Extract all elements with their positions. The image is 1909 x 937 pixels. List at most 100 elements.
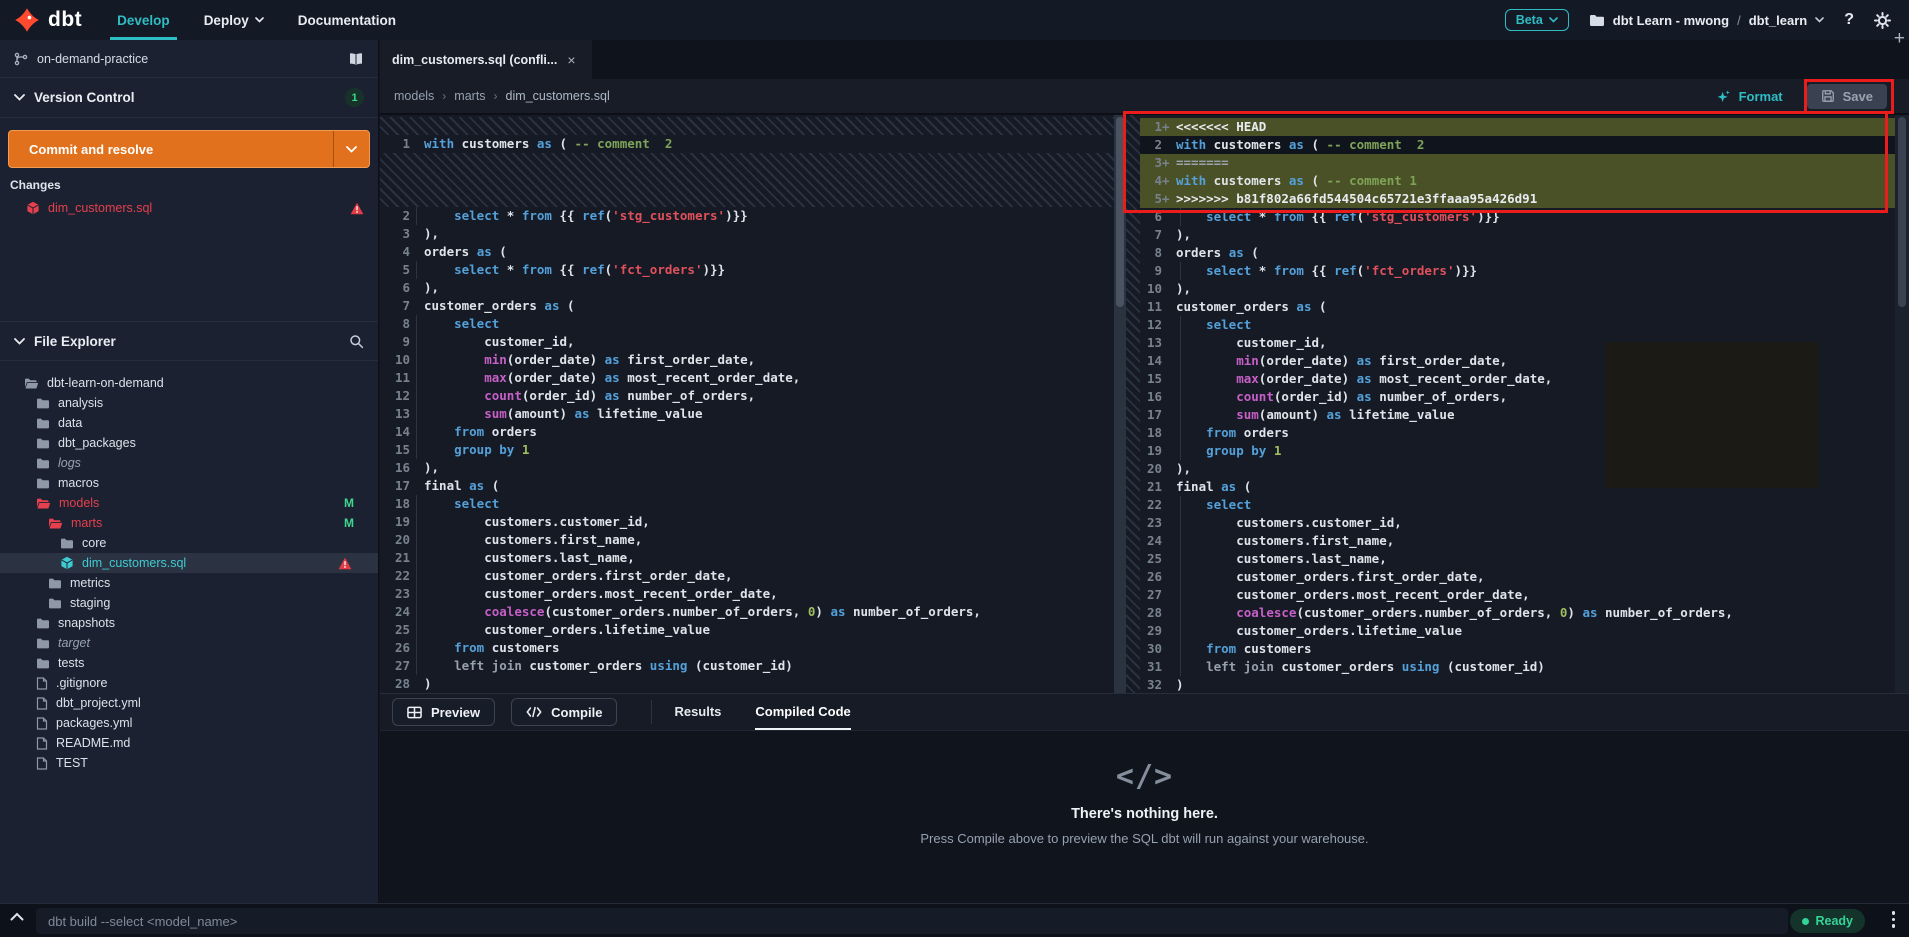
tree-item-logs[interactable]: logs: [0, 453, 378, 473]
code-text: customer_id,: [410, 333, 575, 351]
nav-item-documentation[interactable]: Documentation: [281, 0, 413, 40]
tree-item-label: README.md: [56, 736, 130, 750]
dbt-cloud-ide: dbt Develop DeployDocumentation Beta dbt …: [0, 0, 1909, 937]
chevron-down-icon: [1549, 17, 1558, 23]
chevron-down-icon: [1815, 17, 1824, 23]
results-tab-compiled-code[interactable]: Compiled Code: [755, 694, 850, 730]
docs-book-icon[interactable]: [348, 52, 364, 66]
tree-item-label: core: [82, 536, 106, 550]
compile-button[interactable]: Compile: [511, 698, 617, 726]
tree-item-core[interactable]: core: [0, 533, 378, 553]
tree-item-target[interactable]: target: [0, 633, 378, 653]
line-number: 28: [380, 675, 410, 693]
ready-status-badge[interactable]: Ready: [1790, 909, 1865, 933]
code-line: 28): [380, 675, 1114, 693]
code-text: ),: [410, 225, 439, 243]
code-text: select: [1174, 316, 1251, 334]
tree-item-metrics[interactable]: metrics: [0, 573, 378, 593]
results-tab-results[interactable]: Results: [674, 694, 721, 730]
tree-item-dbt_packages[interactable]: dbt_packages: [0, 433, 378, 453]
tree-item-packages.yml[interactable]: packages.yml: [0, 713, 378, 733]
commit-and-resolve-button[interactable]: Commit and resolve: [8, 130, 370, 168]
tree-item-data[interactable]: data: [0, 413, 378, 433]
beta-dropdown[interactable]: Beta: [1505, 9, 1569, 31]
scrollbar-thumb[interactable]: [1116, 117, 1124, 307]
tree-item-models[interactable]: modelsM: [0, 493, 378, 513]
code-text: min(order_date) as first_order_date,: [410, 351, 755, 369]
tree-item-snapshots[interactable]: snapshots: [0, 613, 378, 633]
nav-item-label: Develop: [117, 13, 170, 28]
line-number: 6: [380, 279, 410, 297]
nav-item-develop[interactable]: Develop: [100, 0, 187, 40]
code-text: >>>>>>> b81f802a66fd544504c65721e3ffaaa9…: [1174, 190, 1537, 208]
code-text: max(order_date) as most_recent_order_dat…: [1174, 370, 1552, 388]
file-explorer-header[interactable]: File Explorer: [0, 321, 378, 361]
folder-icon: [48, 577, 62, 590]
diff-added-marker: [1162, 442, 1174, 460]
format-button[interactable]: Format: [1716, 89, 1783, 104]
dbt-logo-icon: [14, 7, 40, 33]
help-icon[interactable]: ?: [1844, 11, 1854, 29]
tree-item-TEST[interactable]: TEST: [0, 753, 378, 773]
tree-item-dbt_project.yml[interactable]: dbt_project.yml: [0, 693, 378, 713]
diff-added-marker: [1162, 406, 1174, 424]
code-text: customers.last_name,: [1174, 550, 1387, 568]
code-line: 10 min(order_date) as first_order_date,: [380, 351, 1114, 369]
tree-item-label: data: [58, 416, 82, 430]
account-switcher[interactable]: dbt Learn - mwong / dbt_learn: [1589, 13, 1824, 28]
project-name: dbt_learn: [1749, 13, 1808, 28]
tree-item-README.md[interactable]: README.md: [0, 733, 378, 753]
save-button[interactable]: Save: [1807, 84, 1887, 109]
tab-dim-customers[interactable]: dim_customers.sql (confli... ×: [380, 40, 592, 79]
commit-options-caret[interactable]: [333, 131, 369, 167]
tree-item-.gitignore[interactable]: .gitignore: [0, 673, 378, 693]
left-pane-scrollbar[interactable]: [1114, 115, 1126, 693]
code-text: with customers as ( -- comment 2: [1174, 136, 1424, 154]
line-number: 24: [1140, 532, 1162, 550]
code-text: customers.first_name,: [410, 531, 642, 549]
code-text: ): [410, 675, 432, 693]
tree-item-dim_customers.sql[interactable]: dim_customers.sql: [0, 553, 378, 573]
search-icon[interactable]: [349, 334, 364, 349]
conflict-warning-icon: [350, 202, 364, 215]
version-control-header[interactable]: Version Control 1: [0, 78, 378, 118]
kebab-menu-icon[interactable]: [1892, 911, 1896, 928]
tree-item-analysis[interactable]: analysis: [0, 393, 378, 413]
changed-file-row[interactable]: dim_customers.sql: [0, 196, 378, 220]
editor-header: models›marts›dim_customers.sql Format Sa…: [380, 79, 1909, 115]
tree-item-tests[interactable]: tests: [0, 653, 378, 673]
line-number: 23: [1140, 514, 1162, 532]
right-pane-scrollbar[interactable]: [1895, 115, 1909, 693]
code-line: 7),: [1140, 226, 1895, 244]
line-number: 2: [380, 207, 410, 225]
tree-item-marts[interactable]: martsM: [0, 513, 378, 533]
preview-button[interactable]: Preview: [392, 698, 495, 726]
code-text: select * from {{ ref('fct_orders')}}: [1174, 262, 1477, 280]
tree-item-macros[interactable]: macros: [0, 473, 378, 493]
code-text: customers.customer_id,: [410, 513, 650, 531]
editor-pane-left[interactable]: 1with customers as ( -- comment 22 selec…: [380, 115, 1114, 693]
tree-item-dbt-learn-on-demand[interactable]: dbt-learn-on-demand: [0, 373, 378, 393]
line-number: 19: [380, 513, 410, 531]
line-number: 4: [380, 243, 410, 261]
command-input[interactable]: [36, 908, 1788, 934]
tree-item-label: metrics: [70, 576, 110, 590]
changed-files-list: dim_customers.sql: [0, 196, 378, 220]
dbt-logo[interactable]: dbt: [0, 0, 100, 40]
compile-label: Compile: [551, 705, 602, 720]
code-line: 25 customer_orders.lifetime_value: [380, 621, 1114, 639]
gear-icon[interactable]: [1874, 12, 1891, 29]
tree-item-staging[interactable]: staging: [0, 593, 378, 613]
code-line: 9 select * from {{ ref('fct_orders')}}: [1140, 262, 1895, 280]
scrollbar-thumb[interactable]: [1898, 117, 1906, 307]
new-tab-plus-icon[interactable]: +: [1894, 28, 1905, 50]
code-line: 5 select * from {{ ref('fct_orders')}}: [380, 261, 1114, 279]
code-line: 2with customers as ( -- comment 2: [1140, 136, 1895, 154]
nav-item-deploy[interactable]: Deploy: [187, 0, 281, 40]
status-label: Ready: [1815, 914, 1853, 928]
branch-row[interactable]: on-demand-practice: [0, 40, 378, 78]
line-number: 15: [1140, 370, 1162, 388]
code-text: with customers as ( -- comment 2: [410, 135, 672, 153]
chevron-up-icon[interactable]: [10, 912, 24, 921]
close-icon[interactable]: ×: [567, 53, 575, 67]
